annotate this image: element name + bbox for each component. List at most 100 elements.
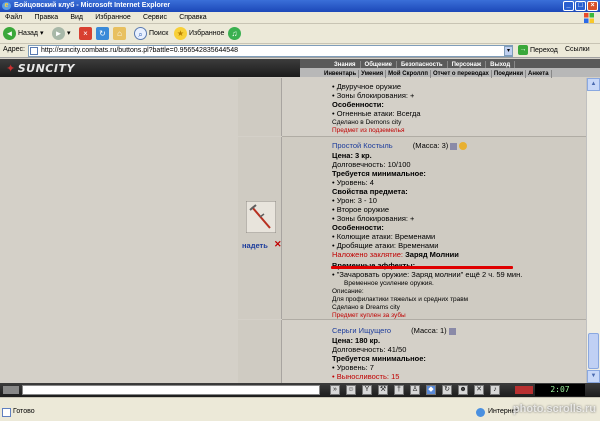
item-line: Требуется минимальное: xyxy=(332,354,426,363)
vertical-scrollbar[interactable]: ▲ ▼ xyxy=(586,78,600,383)
search-icon: ⌕ xyxy=(134,26,147,40)
game-bottom-bar: » ☺ Y ⚒ † ♙ ◆ ↻ ☻ ✕ ♪ 2:07 xyxy=(0,383,600,397)
filter-icon[interactable]: Y xyxy=(362,385,372,395)
scroll-up-icon[interactable]: ▲ xyxy=(587,78,600,91)
item-line: Требуется минимальное: xyxy=(332,169,426,178)
item-line: Цена: 3 кр. xyxy=(332,151,372,160)
settings-icon[interactable]: ◆ xyxy=(426,385,436,395)
window-titlebar: e Бойцовский клуб - Microsoft Internet E… xyxy=(0,0,600,12)
browser-toolbar: ◄ Назад ▾ ► ▾ × ↻ ⌂ ⌕ Поиск ★ Избранное … xyxy=(0,24,600,44)
item-card: • Двуручное оружие • Зоны блокирования: … xyxy=(238,78,586,136)
address-input[interactable]: http://suncity.combats.ru/buttons.pl?bat… xyxy=(28,45,513,57)
logo-star-icon: ✦ xyxy=(6,62,16,75)
page-icon xyxy=(30,47,38,55)
back-arrow-icon: ◄ xyxy=(3,26,16,40)
go-button[interactable]: → Переход xyxy=(518,45,558,57)
item-line: Долговечность: 10/100 xyxy=(332,160,411,169)
refresh-chat-icon[interactable]: ↻ xyxy=(442,385,452,395)
nav-bottom: Инвентарь Умения Мой Скроллп Отчет о перево… xyxy=(300,68,600,79)
forward-arrow-icon: ► xyxy=(52,26,65,40)
chat-button-icon[interactable]: » xyxy=(330,385,340,395)
media-icon: ♫ xyxy=(228,26,241,40)
chat-input[interactable] xyxy=(22,385,320,395)
smile-icon[interactable]: ☺ xyxy=(346,385,356,395)
sound-icon[interactable]: ♪ xyxy=(490,385,500,395)
hammer-icon[interactable]: ⚒ xyxy=(378,385,388,395)
forward-button[interactable]: ► ▾ xyxy=(52,26,70,42)
scroll-thumb[interactable] xyxy=(588,333,599,369)
item-line: • Зоны блокирования: + xyxy=(332,91,415,100)
person-icon[interactable]: ♙ xyxy=(410,385,420,395)
menu-bar: Файл Правка Вид Избранное Сервис Справка xyxy=(0,12,600,24)
refresh-button[interactable]: ↻ xyxy=(96,26,109,42)
equip-link[interactable]: надеть xyxy=(242,241,268,250)
menu-tools[interactable]: Сервис xyxy=(138,12,172,24)
clear-icon[interactable]: ✕ xyxy=(474,385,484,395)
item-header: Простой Костыль (Масса: 3) xyxy=(332,141,468,151)
highlight-underline xyxy=(331,266,513,269)
page-status-icon xyxy=(2,408,11,417)
address-bar: Адрес: http://suncity.combats.ru/buttons… xyxy=(0,44,600,58)
item-line: • Огненные атаки: Всегда xyxy=(332,109,421,118)
enchant-value: Заряд Молнии xyxy=(405,250,459,259)
address-dropdown-icon[interactable]: ▾ xyxy=(504,46,513,56)
item-line: • Уровень: 4 xyxy=(332,178,374,187)
item-name[interactable]: Простой Костыль xyxy=(332,141,393,150)
home-icon: ⌂ xyxy=(113,26,126,40)
item-mass: (Масса: 3) xyxy=(412,141,449,150)
item-image-cell xyxy=(238,78,282,136)
delete-item-icon[interactable]: ✕ xyxy=(274,239,282,250)
nav-top: Знания Общение Безопасность Персонаж Выход xyxy=(300,59,600,70)
sword-icon[interactable]: † xyxy=(394,385,404,395)
stop-button[interactable]: × xyxy=(79,26,92,42)
menu-help[interactable]: Справка xyxy=(174,12,211,24)
go-arrow-icon: → xyxy=(518,45,528,56)
sell-coin-icon[interactable] xyxy=(459,142,468,151)
enchant-line: Наложено заклятие: Заряд Молнии xyxy=(332,250,459,259)
emoji-icon[interactable]: ☻ xyxy=(458,385,468,395)
logo-text: SUNCITY xyxy=(17,62,75,75)
menu-view[interactable]: Вид xyxy=(65,12,88,24)
item-name[interactable]: Серьги Ищущего xyxy=(332,326,391,335)
status-bar: Готово Интернет xyxy=(0,397,600,421)
status-text: Готово xyxy=(13,408,35,415)
item-line: Долговечность: 41/50 xyxy=(332,345,407,354)
menu-file[interactable]: Файл xyxy=(0,12,27,24)
links-button[interactable]: Ссылки xyxy=(565,46,590,53)
item-line: • "Зачаровать оружие: Заряд молнии" ещё … xyxy=(332,270,523,279)
game-header: ✦ SUNCITY Знания Общение Безопасность Персон… xyxy=(0,59,600,79)
item-line: • Выносливость: 15 xyxy=(332,372,400,381)
back-button[interactable]: ◄ Назад ▾ xyxy=(3,26,43,42)
favorites-button[interactable]: ★ Избранное xyxy=(174,26,224,42)
stop-icon: × xyxy=(79,26,92,40)
item-list: • Двуручное оружие • Зоны блокирования: … xyxy=(238,78,586,383)
close-button[interactable]: × xyxy=(587,1,598,11)
item-line: Свойства предмета: xyxy=(332,187,408,196)
item-line: Цена: 180 кр. xyxy=(332,336,381,345)
item-card: Серьги Ищущего (Масса: 1) Цена: 180 кр. … xyxy=(238,320,586,383)
minimize-button[interactable]: _ xyxy=(563,1,574,11)
star-icon: ★ xyxy=(174,26,187,40)
item-line: • Двуручное оружие xyxy=(332,82,402,91)
item-line: • Дробящие атаки: Временами xyxy=(332,241,439,250)
maximize-button[interactable]: □ xyxy=(575,1,586,11)
item-line: Особенности: xyxy=(332,100,384,109)
info-book-icon[interactable] xyxy=(448,327,456,335)
home-button[interactable]: ⌂ xyxy=(113,26,126,42)
go-label: Переход xyxy=(530,47,558,54)
watermark: photo.scrolls.ru xyxy=(512,403,596,415)
item-line: • Колющие атаки: Временами xyxy=(332,232,436,241)
search-button[interactable]: ⌕ Поиск xyxy=(134,26,168,42)
internet-zone-icon xyxy=(476,408,485,417)
menu-edit[interactable]: Правка xyxy=(29,12,63,24)
address-label: Адрес: xyxy=(3,46,25,53)
crutch-icon xyxy=(246,201,276,233)
menu-favorites[interactable]: Избранное xyxy=(90,12,135,24)
scroll-down-icon[interactable]: ▼ xyxy=(587,370,600,383)
media-button[interactable]: ♫ xyxy=(228,26,241,42)
info-book-icon[interactable] xyxy=(450,142,458,150)
item-image-cell xyxy=(238,320,282,383)
windows-logo-icon xyxy=(584,13,594,23)
item-line: Особенности: xyxy=(332,223,384,232)
item-line: • Уровень: 7 xyxy=(332,363,374,372)
